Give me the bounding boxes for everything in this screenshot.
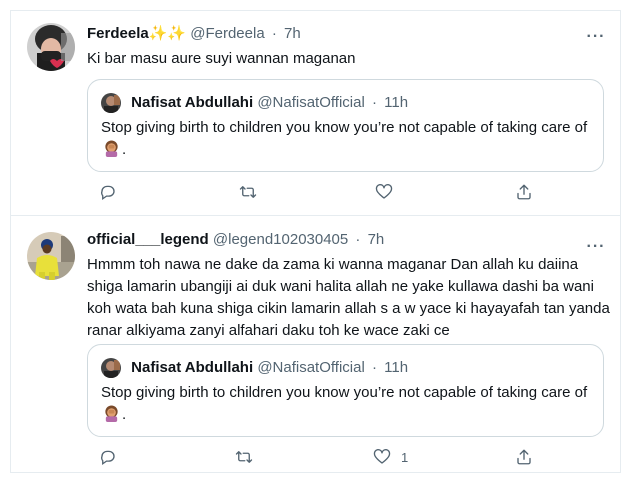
reply-button[interactable]	[99, 446, 127, 468]
quoted-display-name: Nafisat Abdullahi	[131, 94, 254, 111]
woman-facepalming-icon	[105, 140, 118, 157]
reply-icon	[101, 185, 115, 201]
quoted-tweet[interactable]: Nafisat Abdullahi @NafisatOfficial · 11h…	[87, 344, 604, 437]
heart-icon	[375, 184, 393, 199]
quoted-timestamp: 11h	[384, 359, 409, 376]
share-icon	[517, 184, 531, 200]
quoted-avatar-image	[101, 93, 121, 113]
avatar[interactable]	[27, 23, 75, 71]
tweet-header: official___legend @legend102030405 · 7h	[87, 230, 384, 250]
timestamp[interactable]: 7h	[284, 25, 301, 42]
quoted-avatar	[101, 93, 121, 113]
retweet-button[interactable]	[235, 446, 263, 468]
woman-facepalming-icon	[105, 405, 118, 422]
avatar-image	[27, 232, 75, 280]
display-name[interactable]: official___legend	[87, 231, 209, 248]
reply-icon	[101, 450, 115, 466]
tweet-actions	[87, 181, 531, 203]
share-button[interactable]	[515, 446, 543, 468]
tweet-actions: 1	[87, 446, 531, 468]
avatar[interactable]	[27, 232, 75, 280]
user-handle[interactable]: @Ferdeela	[190, 25, 264, 42]
quoted-timestamp: 11h	[384, 94, 409, 111]
timeline: Ferdeela✨✨ @Ferdeela · 7h ··· Ki bar mas…	[10, 10, 621, 473]
quoted-tweet-header: Nafisat Abdullahi @NafisatOfficial · 11h	[101, 93, 408, 113]
quoted-user-handle: @NafisatOfficial	[257, 94, 365, 111]
more-options-icon[interactable]: ···	[586, 29, 606, 50]
retweet-button[interactable]	[239, 181, 267, 203]
quoted-user-handle: @NafisatOfficial	[257, 359, 365, 376]
separator-dot: ·	[371, 359, 377, 376]
share-button[interactable]	[515, 181, 543, 203]
quoted-avatar-image	[101, 358, 121, 378]
retweet-icon	[239, 186, 257, 198]
tweet[interactable]: Ferdeela✨✨ @Ferdeela · 7h ··· Ki bar mas…	[11, 11, 620, 216]
quoted-text-content: Stop giving birth to children you know y…	[101, 119, 588, 136]
like-count: 1	[401, 449, 409, 465]
retweet-icon	[235, 451, 253, 463]
quoted-tweet-text: Stop giving birth to children you know y…	[101, 117, 591, 161]
quoted-text-end: .	[122, 406, 127, 423]
like-button[interactable]: 1	[373, 446, 408, 468]
user-handle[interactable]: @legend102030405	[213, 231, 348, 248]
separator-dot: ·	[371, 94, 377, 111]
separator-dot: ·	[355, 231, 361, 248]
quoted-tweet[interactable]: Nafisat Abdullahi @NafisatOfficial · 11h…	[87, 79, 604, 172]
quoted-tweet-text: Stop giving birth to children you know y…	[101, 382, 591, 426]
tweet-text: Ki bar masu aure suyi wannan maganan	[87, 50, 356, 67]
reply-button[interactable]	[99, 181, 127, 203]
tweet-text: Hmmm toh nawa ne dake da zama ki wanna m…	[87, 256, 610, 339]
quoted-text-content: Stop giving birth to children you know y…	[101, 384, 588, 401]
quoted-avatar	[101, 358, 121, 378]
like-button[interactable]	[375, 181, 403, 203]
quoted-display-name: Nafisat Abdullahi	[131, 359, 254, 376]
quoted-tweet-header: Nafisat Abdullahi @NafisatOfficial · 11h	[101, 358, 408, 378]
avatar-image	[27, 23, 75, 71]
tweet[interactable]: official___legend @legend102030405 · 7h …	[11, 216, 620, 474]
separator-dot: ·	[271, 25, 277, 42]
timestamp[interactable]: 7h	[368, 231, 385, 248]
share-icon	[517, 449, 531, 465]
tweet-header: Ferdeela✨✨ @Ferdeela · 7h	[87, 24, 301, 44]
heart-icon	[373, 449, 391, 464]
display-name[interactable]: Ferdeela✨✨	[87, 25, 186, 42]
quoted-text-end: .	[122, 141, 127, 158]
